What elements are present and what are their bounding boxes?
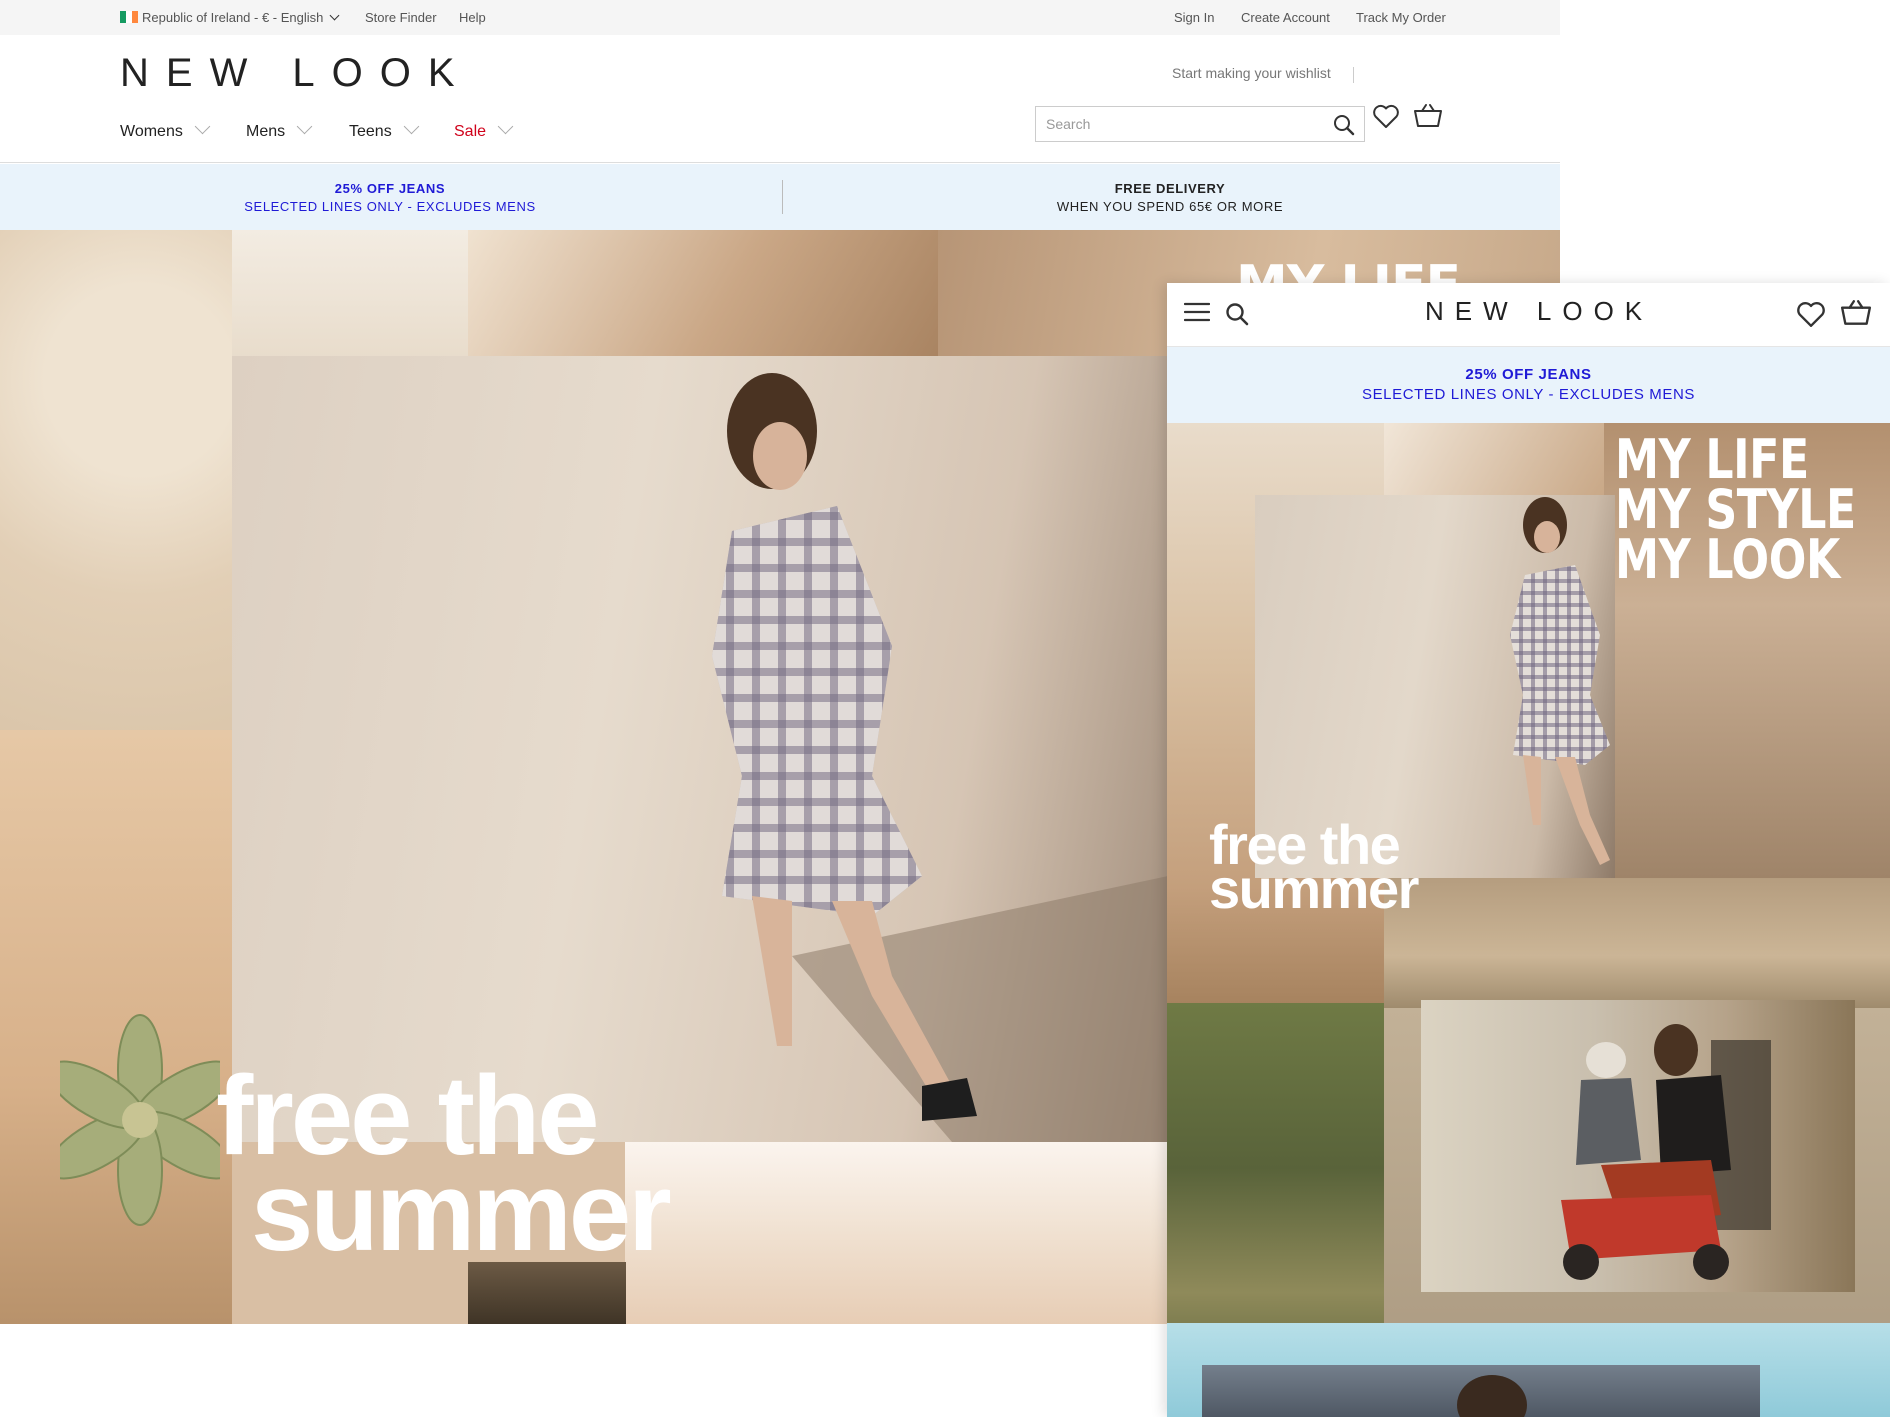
promo-subtitle: SELECTED LINES ONLY - EXCLUDES MENS	[244, 199, 536, 214]
nav-label: Womens	[120, 123, 183, 140]
promo-delivery[interactable]: FREE DELIVERY WHEN YOU SPEND 65€ OR MORE	[780, 180, 1560, 216]
divider	[1353, 67, 1354, 83]
promo-title: FREE DELIVERY	[1114, 181, 1226, 196]
region-label: Republic of Ireland - € - English	[142, 10, 324, 25]
nav-label: Teens	[349, 123, 392, 140]
search-icon[interactable]	[1224, 301, 1250, 332]
shadow-wall-photo	[1384, 423, 1604, 495]
nav-label: Sale	[454, 123, 487, 140]
mobile-tagline: MY LIFE MY STYLE MY LOOK	[1615, 433, 1856, 591]
portrait-photo	[1202, 1365, 1760, 1417]
mobile-promo-banner[interactable]: 25% OFF JEANS SELECTED LINES ONLY - EXCL…	[1167, 347, 1890, 423]
heart-icon[interactable]	[1796, 300, 1826, 333]
hero-line-2: summer	[1209, 857, 1419, 920]
search-field[interactable]	[1035, 106, 1365, 142]
search-input[interactable]	[1046, 113, 1316, 135]
nav-label: Mens	[246, 123, 286, 140]
store-finder-link[interactable]: Store Finder	[365, 10, 437, 25]
heart-icon[interactable]	[1372, 103, 1400, 134]
divider	[782, 180, 783, 214]
chevron-down-icon	[194, 118, 211, 135]
chevron-down-icon	[403, 118, 419, 135]
chevron-down-icon	[497, 118, 514, 135]
garden-stairs-photo	[1384, 878, 1890, 1008]
utility-bar: Republic of Ireland - € - English Store …	[0, 0, 1560, 35]
sign-in-link[interactable]: Sign In	[1174, 10, 1214, 25]
mobile-view: NEW LOOK 25% OFF JEANS SELECTED LINES ON…	[1167, 283, 1890, 1417]
menu-icon[interactable]	[1183, 302, 1211, 327]
model-photo	[232, 356, 1168, 1142]
mobile-hero-banner[interactable]: MY LIFE MY STYLE MY LOOK free the summer	[1167, 423, 1890, 1417]
hero-headline: free the summer	[216, 1059, 672, 1275]
mobile-header: NEW LOOK	[1167, 283, 1890, 347]
tagline-line: MY LOOK	[1615, 528, 1840, 591]
succulent-illustration	[60, 1014, 220, 1226]
new-look-logo[interactable]: NEW LOOK	[120, 51, 472, 96]
promo-title: 25% OFF JEANS	[334, 181, 446, 196]
promo-subtitle: WHEN YOU SPEND 65€ OR MORE	[1056, 199, 1284, 214]
nav-teens[interactable]: Teens	[349, 118, 419, 141]
chevron-down-icon	[329, 10, 340, 21]
nav-mens[interactable]: Mens	[246, 118, 313, 141]
nav-sale[interactable]: Sale	[454, 118, 514, 141]
search-icon[interactable]	[1332, 113, 1356, 137]
promo-subtitle: SELECTED LINES ONLY - EXCLUDES MENS	[1361, 386, 1696, 403]
chevron-down-icon	[296, 118, 313, 135]
track-order-link[interactable]: Track My Order	[1356, 10, 1446, 25]
new-look-logo[interactable]: NEW LOOK	[1425, 296, 1653, 327]
nav-womens[interactable]: Womens	[120, 118, 211, 141]
mobile-hero-headline: free the summer	[1209, 817, 1419, 920]
scooter-photo	[1421, 1000, 1855, 1292]
region-selector[interactable]: Republic of Ireland - € - English	[120, 10, 340, 25]
basket-icon[interactable]	[1840, 299, 1872, 332]
wishlist-prompt-link[interactable]: Start making your wishlist	[1172, 65, 1331, 81]
promo-banner: 25% OFF JEANS SELECTED LINES ONLY - EXCL…	[0, 164, 1560, 230]
shadow-wall-photo	[468, 230, 938, 356]
white-step-photo	[232, 230, 468, 360]
site-header: NEW LOOK Start making your wishlist Wome…	[0, 35, 1560, 163]
street-photo	[625, 1142, 1170, 1324]
basket-icon[interactable]	[1413, 103, 1443, 134]
promo-title: 25% OFF JEANS	[1465, 366, 1592, 383]
create-account-link[interactable]: Create Account	[1241, 10, 1330, 25]
ireland-flag-icon	[120, 11, 138, 23]
promo-jeans[interactable]: 25% OFF JEANS SELECTED LINES ONLY - EXCL…	[0, 180, 780, 216]
screenshot-composite: Republic of Ireland - € - English Store …	[0, 0, 1890, 1417]
help-link[interactable]: Help	[459, 10, 486, 25]
hero-line-2: summer	[251, 1149, 672, 1275]
